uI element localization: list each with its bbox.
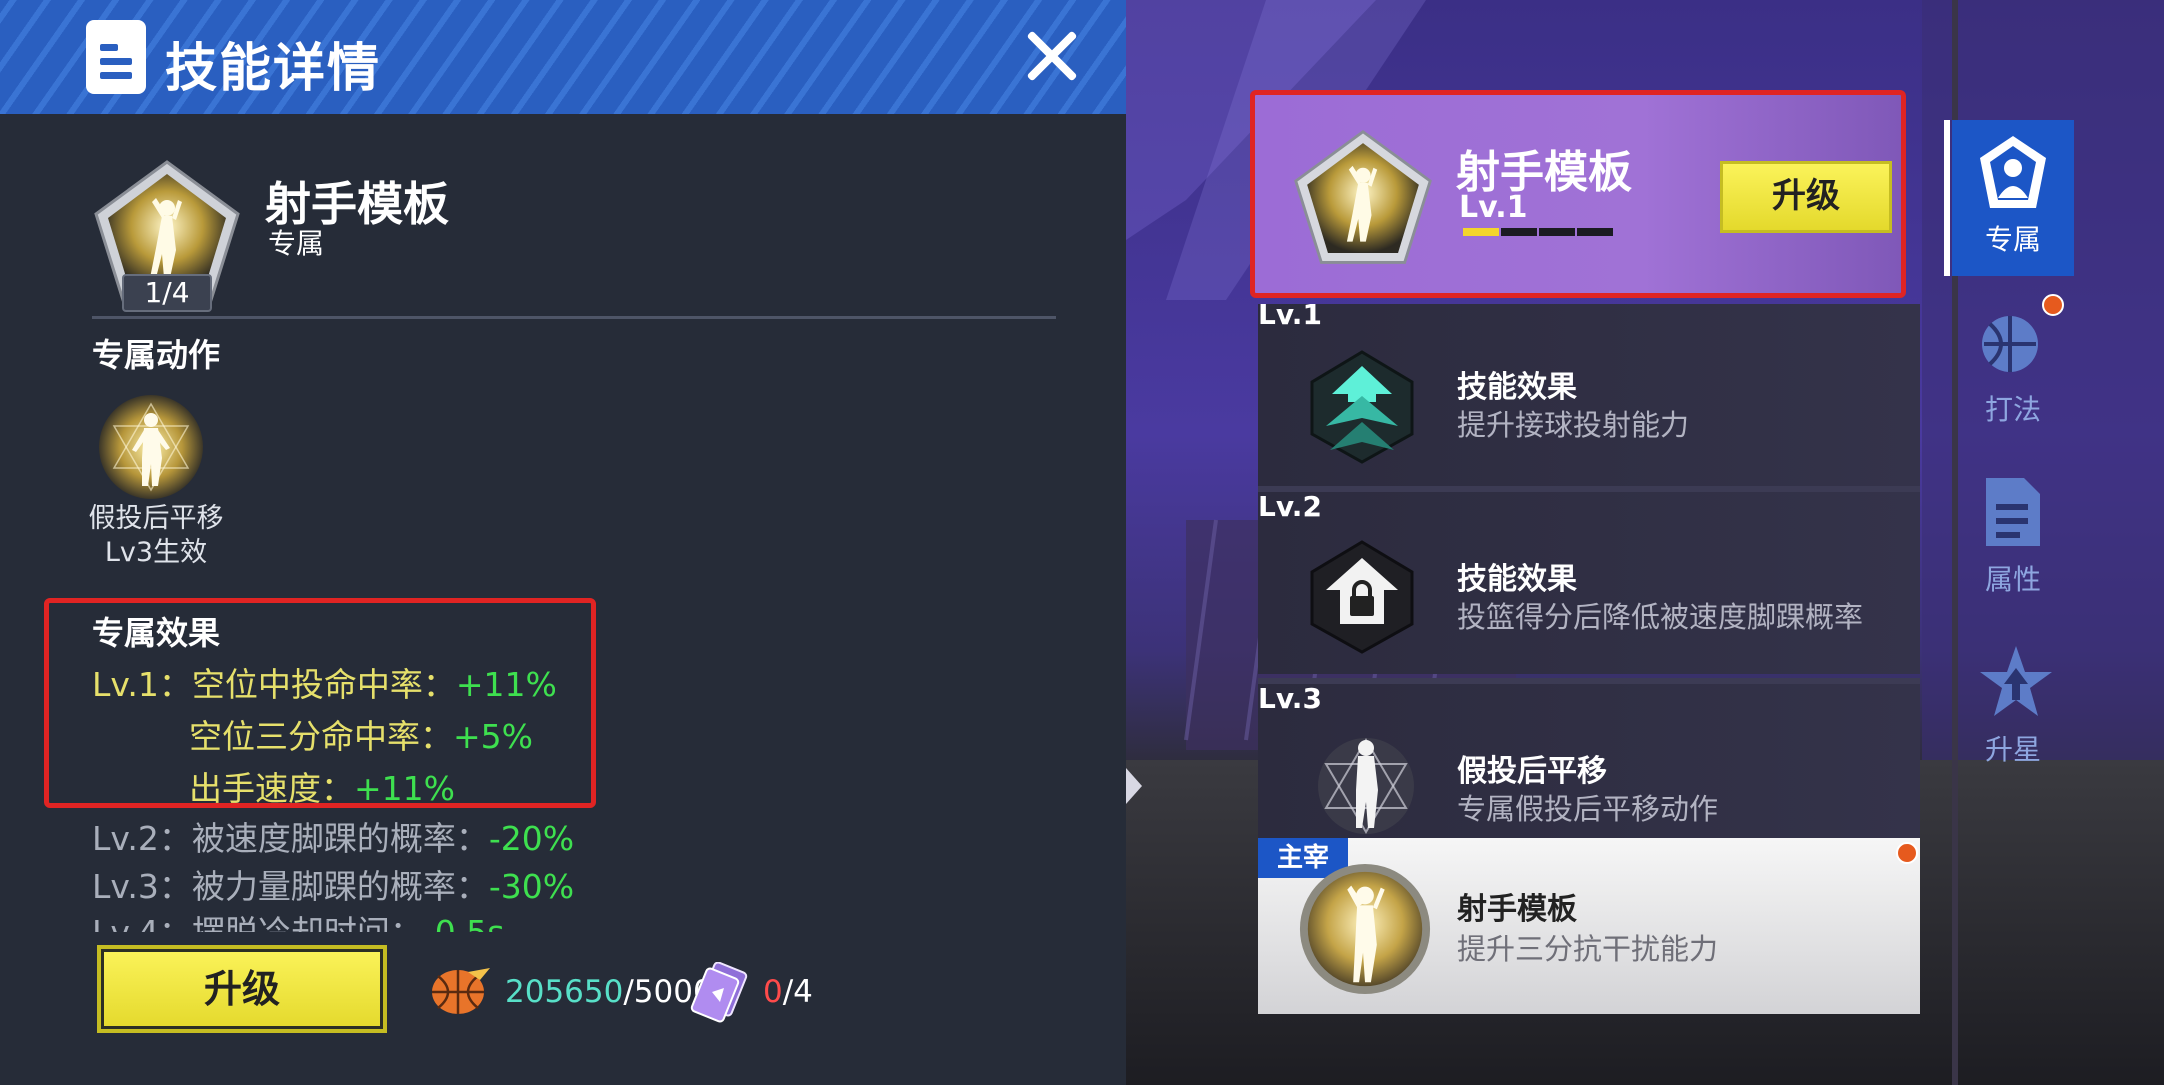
level-title: 假投后平移 xyxy=(1457,754,1607,789)
tab-exclusive[interactable]: 专属 xyxy=(1944,120,2074,276)
core-skill-desc: 提升三分抗干扰能力 xyxy=(1457,932,1719,966)
level-title: 技能效果 xyxy=(1457,562,1577,597)
skill-card-icon xyxy=(690,962,748,1023)
basketball-coin-icon xyxy=(432,968,490,1014)
player-action-icon xyxy=(1318,738,1414,834)
collapse-arrow-icon[interactable] xyxy=(1126,768,1142,804)
upgrade-arrow-icon xyxy=(1310,350,1414,464)
close-icon[interactable] xyxy=(1020,24,1084,88)
level-desc: 提升接球投射能力 xyxy=(1457,408,1690,442)
exclusive-icon xyxy=(1980,136,2046,208)
tab-label: 升星 xyxy=(1984,733,2041,766)
star-up-icon xyxy=(1980,646,2052,716)
upgrade-button[interactable]: 升级 xyxy=(97,945,387,1033)
level-tag: Lv.1 xyxy=(1258,298,1322,331)
core-skill-icon xyxy=(1299,863,1431,995)
effect-line: 出手速度：+11% xyxy=(189,769,455,808)
tab-label: 打法 xyxy=(1984,393,2041,426)
attributes-icon xyxy=(1986,478,2040,546)
lock-icon xyxy=(1310,540,1414,654)
playstyle-icon xyxy=(1982,316,2038,372)
level-desc: 投篮得分后降低被速度脚踝概率 xyxy=(1457,600,1864,634)
basketball-icon xyxy=(1896,842,1918,864)
effect-line: 空位三分命中率：+5% xyxy=(189,717,534,756)
tab-star-up[interactable]: 升星 xyxy=(1952,630,2074,786)
level-tag: Lv.3 xyxy=(1258,682,1322,715)
effect-line: Lv.1：空位中投命中率：+11% xyxy=(92,665,557,704)
effect-line: Lv.4：摆脱冷却时间：-0.5s xyxy=(92,906,504,932)
tab-attributes[interactable]: 属性 xyxy=(1952,460,2074,616)
effect-list: Lv.1：空位中投命中率：+11% 空位三分命中率：+5% 出手速度：+11% … xyxy=(0,0,700,932)
coin-counter: 205650/5000 xyxy=(505,974,713,1010)
tab-label: 专属 xyxy=(1984,223,2041,256)
tab-label: 属性 xyxy=(1984,563,2041,596)
level-tag: Lv.2 xyxy=(1258,490,1322,523)
level-desc: 专属假投后平移动作 xyxy=(1457,792,1719,826)
level-title: 技能效果 xyxy=(1457,370,1577,405)
notification-badge xyxy=(2042,294,2064,316)
card-counter: 0/4 xyxy=(763,974,813,1010)
effect-line: Lv.2：被速度脚踝的概率：-20% xyxy=(92,819,575,858)
skill-detail-panel: 技能详情 1/4 射手模板 专属 专属动作 假投后平移 Lv3生效 专属效果 L… xyxy=(0,0,1126,1085)
highlight-box xyxy=(1250,90,1906,298)
tab-playstyle[interactable]: 打法 xyxy=(1952,290,2074,446)
effect-line: Lv.3：被力量脚踝的概率：-30% xyxy=(92,867,575,906)
core-skill-title: 射手模板 xyxy=(1457,892,1577,927)
